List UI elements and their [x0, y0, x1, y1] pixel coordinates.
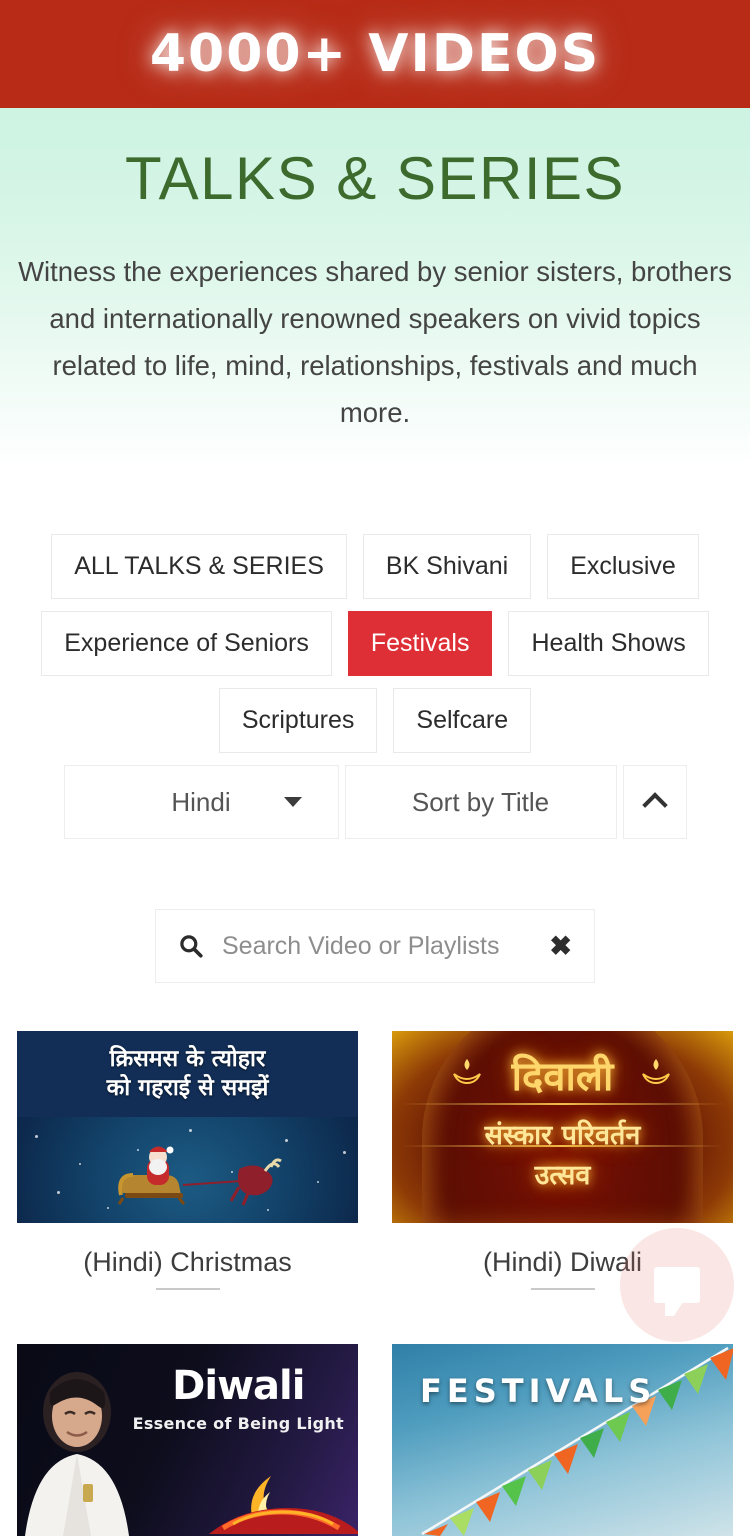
sort-controls: Hindi Sort by Title — [0, 765, 750, 839]
category-filter-row-2: Experience of Seniors Festivals Health S… — [41, 611, 709, 676]
page-root: 4000+ VIDEOS TALKS & SERIES Witness the … — [0, 0, 750, 1536]
thumbnail-caption: Diwali Essence of Being Light — [133, 1366, 344, 1433]
page-title: TALKS & SERIES — [124, 145, 626, 212]
video-thumbnail[interactable]: Diwali Essence of Being Light — [17, 1344, 358, 1536]
category-filter-row-1: ALL TALKS & SERIES BK Shivani Exclusive — [51, 534, 699, 599]
thumbnail-caption-line-1: क्रिसमस के त्योहार — [109, 1046, 266, 1072]
language-select[interactable]: Hindi — [63, 765, 339, 839]
video-title: (Hindi) Christmas — [83, 1247, 292, 1277]
filter-festivals[interactable]: Festivals — [347, 611, 493, 676]
chat-bubble-icon — [654, 1267, 700, 1316]
category-filter-row-3: Scriptures Selfcare — [218, 688, 532, 753]
video-card-diwali-essence[interactable]: Diwali Essence of Being Light — [0, 1290, 375, 1536]
language-select-value: Hindi — [171, 786, 231, 817]
filter-bk-shivani[interactable]: BK Shivani — [362, 534, 532, 599]
video-thumbnail[interactable]: FESTIVALS — [392, 1344, 733, 1536]
thumbnail-caption-line-1: दिवाली — [511, 1054, 614, 1100]
filter-all-talks-and-series[interactable]: ALL TALKS & SERIES — [51, 534, 347, 599]
promo-banner-text: 4000+ VIDEOS — [149, 24, 601, 84]
chevron-up-icon — [641, 792, 668, 818]
search-icon — [180, 935, 203, 958]
filter-selfcare[interactable]: Selfcare — [393, 688, 532, 753]
search-input[interactable] — [222, 931, 550, 961]
search-bar[interactable]: ✖ — [155, 909, 595, 983]
filter-health-shows[interactable]: Health Shows — [508, 611, 709, 676]
video-card-christmas[interactable]: क्रिसमस के त्योहार को गहराई से समझें (Hi… — [0, 1031, 375, 1290]
filter-scriptures[interactable]: Scriptures — [218, 688, 378, 753]
thumbnail-caption-line-2: को गहराई से समझें — [106, 1075, 269, 1101]
thumbnail-caption-line-3: उत्सव — [534, 1160, 591, 1191]
video-thumbnail[interactable]: क्रिसमस के त्योहार को गहराई से समझें — [17, 1031, 358, 1223]
category-filters: ALL TALKS & SERIES BK Shivani Exclusive … — [0, 534, 750, 753]
sort-direction-button[interactable] — [622, 765, 687, 839]
hero-description: Witness the experiences shared by senior… — [18, 256, 732, 428]
thumbnail-caption-line-2: संस्कार परिवर्तन — [484, 1120, 641, 1151]
thumbnail-caption: क्रिसमस के त्योहार को गहराई से समझें — [17, 1031, 358, 1117]
sort-select-value: Sort by Title — [411, 786, 550, 817]
filter-exclusive[interactable]: Exclusive — [547, 534, 699, 599]
thumbnail-caption-line-2: Essence of Being Light — [132, 1414, 344, 1433]
thumbnail-caption-line-1: FESTIVALS — [420, 1372, 657, 1410]
close-icon[interactable]: ✖ — [549, 932, 572, 960]
santa-sleigh-icon — [117, 1146, 282, 1206]
hero-section: TALKS & SERIES Witness the experiences s… — [0, 108, 750, 983]
filter-experience-of-seniors[interactable]: Experience of Seniors — [41, 611, 332, 676]
chat-widget-button[interactable] — [620, 1228, 734, 1342]
chevron-down-icon — [283, 797, 302, 807]
video-thumbnail[interactable]: दिवाली संस्कार परिवर्तन उत्सव — [392, 1031, 733, 1223]
gold-line-decoration — [400, 1103, 725, 1105]
sort-select[interactable]: Sort by Title — [344, 765, 617, 839]
thumbnail-caption-line-1: Diwali — [172, 1363, 305, 1409]
promo-banner: 4000+ VIDEOS — [0, 0, 750, 108]
